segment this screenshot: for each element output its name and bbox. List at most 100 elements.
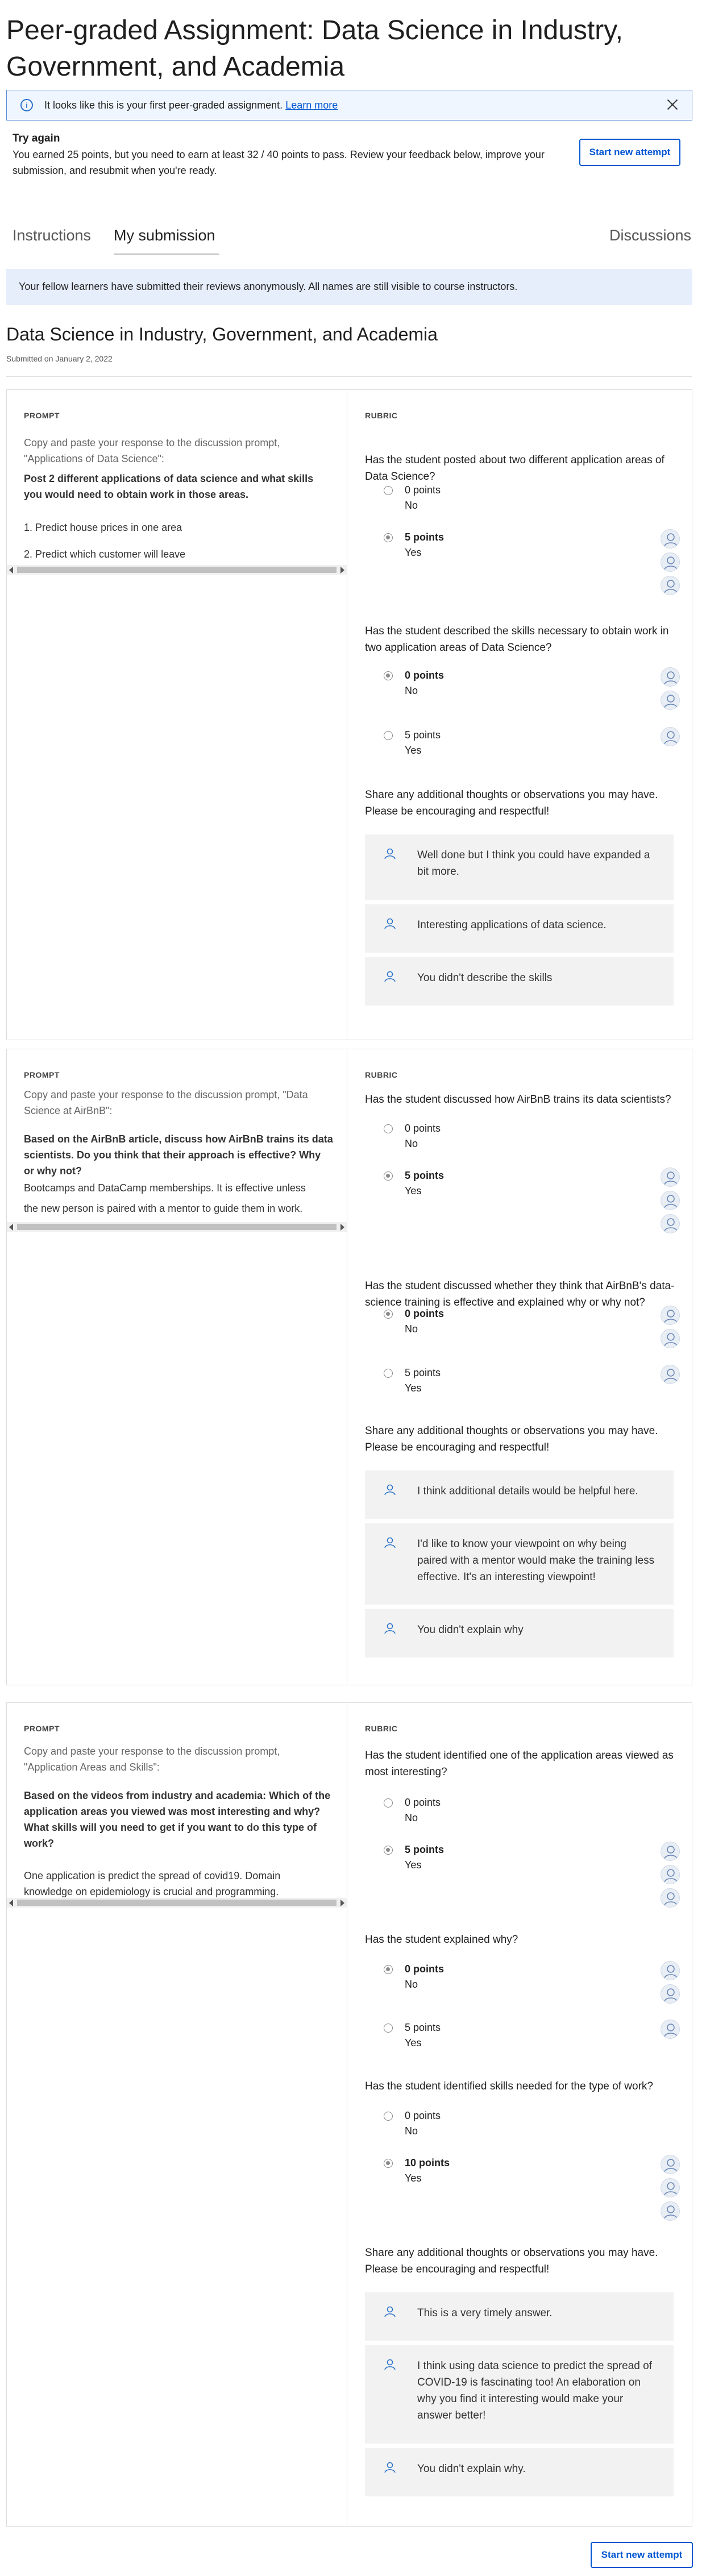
scroll-left-icon[interactable] — [9, 567, 13, 574]
scrollbar-thumb[interactable] — [17, 567, 337, 573]
peer-feedback: You didn't explain why — [365, 1609, 674, 1657]
active-tab-underline — [114, 254, 219, 255]
feedback-text: This is a very timely answer. — [417, 2307, 553, 2319]
reviewer-icon — [383, 2461, 397, 2474]
info-banner: i It looks like this is your first peer-… — [6, 90, 692, 121]
option-label: Yes — [405, 2172, 422, 2184]
feedback-text: You didn't explain why — [417, 1624, 524, 1636]
start-new-attempt-bottom-button[interactable]: Start new attempt — [591, 2542, 693, 2568]
response-text: the new person is paired with a mentor t… — [24, 1203, 303, 1214]
option-label: Yes — [405, 1859, 422, 1871]
prompt-question: Based on the videos from industry and ac… — [24, 1790, 331, 1849]
reviewer-avatar-icon — [661, 1306, 680, 1325]
option-points: 0 points — [405, 1963, 445, 1975]
option-points: 10 points — [405, 2157, 450, 2168]
rubric-option-radio[interactable] — [384, 486, 393, 495]
option-points: 5 points — [405, 1844, 445, 1855]
rubric-label: RUBRIC — [365, 1070, 398, 1079]
reviewer-avatar-icon — [661, 1984, 680, 2004]
prompt-label: PROMPT — [24, 411, 60, 420]
option-label: Yes — [405, 547, 422, 558]
rubric-option-radio[interactable] — [384, 1846, 393, 1855]
option-points: 5 points — [405, 729, 441, 741]
rubric-option-radio[interactable] — [384, 1798, 393, 1808]
option-label: Yes — [405, 2037, 422, 2049]
horizontal-scrollbar[interactable] — [7, 1222, 347, 1232]
prompt-question: Based on the AirBnB article, discuss how… — [24, 1133, 333, 1177]
rubric-question: Has the student identified skills needed… — [365, 2080, 653, 2092]
tab-my-submission[interactable]: My submission — [114, 227, 215, 244]
reviewer-avatar-icon — [661, 552, 680, 572]
rubric-option-radio[interactable] — [384, 1310, 393, 1319]
reviewer-icon — [383, 847, 397, 861]
peer-feedback: I think using data science to predict th… — [365, 2345, 674, 2444]
reviewer-avatar-icon — [661, 1365, 680, 1384]
peer-feedback: I'd like to know your viewpoint on why b… — [365, 1523, 674, 1605]
response-text: One application is predict the spread of… — [24, 1870, 281, 1881]
prompt-label: PROMPT — [24, 1724, 60, 1733]
horizontal-scrollbar[interactable] — [7, 1898, 347, 1908]
reviewer-icon — [383, 917, 397, 930]
rubric-option-radio[interactable] — [384, 1369, 393, 1378]
start-new-attempt-button[interactable]: Start new attempt — [579, 139, 680, 166]
rubric-option-radio[interactable] — [384, 2024, 393, 2033]
rubric-option-radio[interactable] — [384, 1965, 393, 1974]
option-label: No — [405, 1138, 418, 1149]
scrollbar-thumb[interactable] — [17, 1224, 337, 1230]
peer-feedback: Interesting applications of data science… — [365, 904, 674, 953]
scrollbar-thumb[interactable] — [17, 1900, 337, 1906]
feedback-text: You didn't describe the skills — [417, 972, 553, 984]
reviewer-icon — [383, 1622, 397, 1635]
tab-discussions[interactable]: Discussions — [609, 227, 691, 244]
reviewer-avatar-icon — [661, 1329, 680, 1348]
horizontal-scrollbar[interactable] — [7, 565, 347, 575]
rubric-option-radio[interactable] — [384, 1171, 393, 1181]
rubric-option-radio[interactable] — [384, 671, 393, 680]
tab-instructions[interactable]: Instructions — [13, 227, 91, 244]
scroll-right-icon[interactable] — [340, 1900, 344, 1906]
reviewer-avatar-icon — [661, 529, 680, 549]
rubric-label: RUBRIC — [365, 1724, 398, 1733]
submission-date: Submitted on January 2, 2022 — [6, 354, 113, 363]
option-points: 0 points — [405, 1797, 441, 1808]
rubric-question: Has the student discussed whether they t… — [365, 1280, 675, 1308]
reviewer-avatar-icon — [661, 1961, 680, 1980]
info-icon: i — [20, 99, 33, 111]
feedback-text: You didn't explain why. — [417, 2463, 526, 2475]
option-label: Yes — [405, 1185, 422, 1196]
divider — [6, 376, 692, 377]
option-label: No — [405, 1979, 418, 1990]
reviewer-avatar-icon — [661, 1888, 680, 1908]
scroll-right-icon[interactable] — [340, 567, 344, 574]
scroll-right-icon[interactable] — [340, 1224, 344, 1231]
page: Peer-graded Assignment: Data Science in … — [0, 0, 706, 2576]
notice-text: Your fellow learners have submitted thei… — [19, 281, 518, 292]
learn-more-link[interactable]: Learn more — [285, 99, 338, 111]
reviewer-avatar-icon — [661, 2155, 680, 2174]
feedback-text: Well done but I think you could have exp… — [417, 849, 650, 878]
reviewer-icon — [383, 970, 397, 983]
rubric-question: Has the student posted about two differe… — [365, 454, 665, 483]
reviewer-avatar-icon — [661, 2201, 680, 2221]
peer-feedback: This is a very timely answer. — [365, 2292, 674, 2341]
option-label: No — [405, 685, 418, 696]
rubric-option-radio[interactable] — [384, 533, 393, 542]
scroll-left-icon[interactable] — [9, 1224, 13, 1231]
option-points: 5 points — [405, 1367, 441, 1378]
rubric-option-radio[interactable] — [384, 731, 393, 740]
feedback-text: I'd like to know your viewpoint on why b… — [417, 1538, 655, 1583]
scroll-left-icon[interactable] — [9, 1900, 13, 1906]
reviewer-avatar-icon — [661, 691, 680, 710]
rubric-option-radio[interactable] — [384, 1124, 393, 1133]
rubric-question: Has the student described the skills nec… — [365, 625, 669, 654]
close-icon[interactable] — [665, 97, 680, 113]
option-points: 5 points — [405, 1170, 445, 1181]
try-again-text: You earned 25 points, but you need to ea… — [13, 149, 545, 176]
submission-title: Data Science in Industry, Government, an… — [6, 324, 438, 344]
rubric-option-radio[interactable] — [384, 2112, 393, 2121]
rubric-option-radio[interactable] — [384, 2159, 393, 2168]
option-points: 0 points — [405, 2110, 441, 2121]
peer-feedback: Well done but I think you could have exp… — [365, 834, 674, 900]
reviewer-icon — [383, 2305, 397, 2319]
prompt-label: PROMPT — [24, 1070, 60, 1079]
